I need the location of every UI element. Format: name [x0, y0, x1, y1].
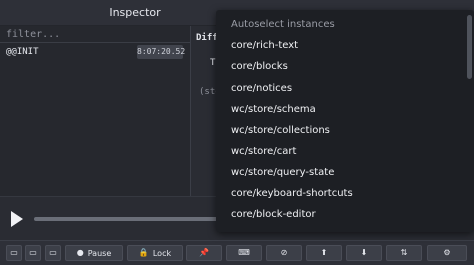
action-name: @@INIT: [6, 47, 39, 57]
settings-button[interactable]: ⚙: [427, 245, 467, 261]
download-button[interactable]: ⬇: [346, 245, 382, 261]
pause-button[interactable]: ● Pause: [65, 245, 123, 261]
diff-subtab[interactable]: T: [210, 58, 215, 68]
layout-left-icon: ▭: [10, 248, 18, 257]
lock-icon: 🔒: [138, 248, 149, 257]
action-list-item[interactable]: @@INIT 8:07:20.52: [0, 45, 190, 61]
layout-right-icon: ▭: [29, 248, 37, 257]
layout-right-button[interactable]: ▭: [25, 245, 41, 261]
keyboard-button[interactable]: ⌨: [226, 245, 262, 261]
play-icon[interactable]: [11, 211, 23, 227]
layout-bottom-button[interactable]: ▭: [45, 245, 61, 261]
instance-option[interactable]: core/rich-text: [216, 36, 464, 57]
instance-dropdown: Autoselect instances core/rich-text core…: [216, 10, 474, 232]
remote-icon: ⇅: [400, 248, 408, 257]
instance-option[interactable]: core/block-editor: [216, 205, 464, 226]
remote-button[interactable]: ⇅: [386, 245, 422, 261]
action-timestamp: 8:07:20.52: [137, 45, 185, 59]
pause-icon: ●: [76, 248, 84, 257]
download-icon: ⬇: [360, 248, 368, 257]
dropdown-header: Autoselect instances: [231, 19, 335, 30]
instance-option[interactable]: wc/store/collections: [216, 121, 464, 142]
action-list-pane: filter... @@INIT 8:07:20.52: [0, 26, 191, 196]
bottom-toolbar: ▭ ▭ ▭ ● Pause 🔒 Lock 📌 ⌨ ⊘ ⬆ ⬇ ⇅ ⚙: [0, 240, 474, 265]
persist-button[interactable]: ⊘: [266, 245, 302, 261]
keyboard-icon: ⌨: [238, 248, 250, 257]
instance-option[interactable]: core/blocks: [216, 57, 464, 78]
pin-icon: 📌: [199, 248, 209, 257]
upload-icon: ⬆: [320, 248, 328, 257]
gear-icon: ⚙: [443, 248, 451, 257]
pause-label: Pause: [87, 248, 112, 258]
instance-option[interactable]: core/notices: [216, 79, 464, 100]
filter-input[interactable]: filter...: [0, 26, 190, 43]
instance-option[interactable]: wc/store/cart: [216, 142, 464, 163]
instance-option[interactable]: wc/store/query-state: [216, 163, 464, 184]
layout-left-button[interactable]: ▭: [6, 245, 22, 261]
lock-label: Lock: [152, 248, 172, 258]
persist-icon: ⊘: [280, 248, 288, 257]
instance-option[interactable]: core/keyboard-shortcuts: [216, 184, 464, 205]
tab-diff[interactable]: Diff: [196, 33, 218, 43]
pin-button[interactable]: 📌: [186, 245, 222, 261]
layout-bottom-icon: ▭: [49, 248, 57, 257]
timeline-slider[interactable]: [34, 217, 234, 221]
lock-button[interactable]: 🔒 Lock: [127, 245, 183, 261]
instance-option[interactable]: wc/store/schema: [216, 100, 464, 121]
upload-button[interactable]: ⬆: [306, 245, 342, 261]
dropdown-scrollbar[interactable]: [467, 15, 472, 79]
